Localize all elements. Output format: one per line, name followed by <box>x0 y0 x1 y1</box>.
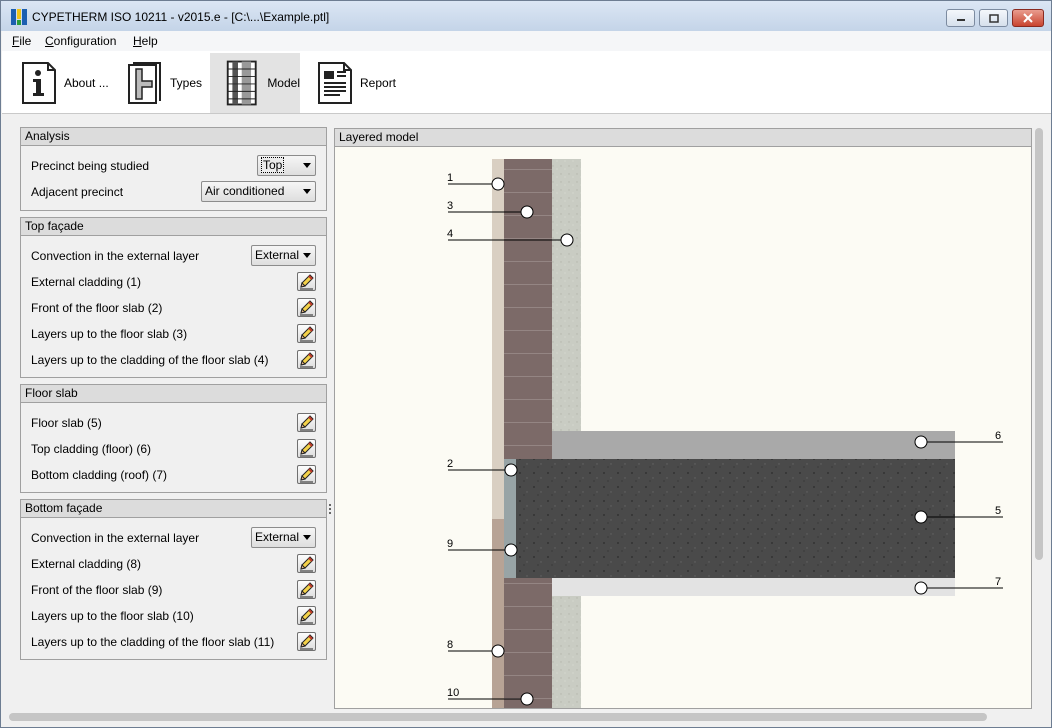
report-icon <box>318 62 352 104</box>
scroll-thumb[interactable] <box>9 713 987 721</box>
list-item: Top cladding (floor) (6) <box>31 442 152 456</box>
menu-configuration[interactable]: Configuration <box>45 34 116 48</box>
bottom-facade-section: Bottom façade Convection in the external… <box>20 499 327 660</box>
list-item: Bottom cladding (roof) (7) <box>31 468 168 482</box>
edit-external-cladding-1-button[interactable] <box>297 272 316 291</box>
callout-3: 3 <box>447 200 453 212</box>
analysis-section: Analysis Precinct being studied Top Adja… <box>20 127 327 211</box>
precinct-label: Precinct being studied <box>31 159 150 173</box>
close-button[interactable] <box>1012 9 1044 27</box>
callout-6: 6 <box>995 430 1001 442</box>
top-convection-label: Convection in the external layer <box>31 249 200 263</box>
chevron-down-icon <box>303 253 311 258</box>
model-icon <box>226 60 257 106</box>
app-window: CYPETHERM ISO 10211 - v2015.e - [C:\...\… <box>0 0 1052 728</box>
callout-8: 8 <box>447 639 453 651</box>
edit-front-floor-slab-2-button[interactable] <box>297 298 316 317</box>
precinct-value: Top <box>261 157 285 173</box>
chevron-down-icon <box>303 535 311 540</box>
layered-model-canvas[interactable]: 1 3 4 6 2 5 9 7 8 10 <box>335 147 1031 708</box>
callout-10: 10 <box>447 687 459 699</box>
chevron-down-icon <box>303 163 311 168</box>
adjacent-precinct-value: Air conditioned <box>205 184 285 198</box>
list-item: Floor slab (5) <box>31 416 102 430</box>
minimize-button[interactable] <box>946 9 975 27</box>
edit-floor-slab-5-button[interactable] <box>297 413 316 432</box>
menu-file[interactable]: File <box>12 34 31 48</box>
pencil-icon <box>300 608 314 624</box>
bottom-convection-select[interactable]: External <box>251 527 316 548</box>
list-item: Layers up to the cladding of the floor s… <box>31 635 275 649</box>
list-item: Layers up to the floor slab (3) <box>31 327 188 341</box>
info-icon <box>22 62 56 104</box>
horizontal-scrollbar[interactable] <box>5 711 1045 723</box>
analysis-header: Analysis <box>21 128 326 146</box>
model-button[interactable]: Model <box>210 53 300 113</box>
window-title: CYPETHERM ISO 10211 - v2015.e - [C:\...\… <box>32 10 330 24</box>
panel-splitter[interactable] <box>329 504 332 520</box>
floor-slab-header: Floor slab <box>21 385 326 403</box>
pencil-icon <box>300 415 314 431</box>
list-item: Layers up to the floor slab (10) <box>31 609 194 623</box>
callout-9: 9 <box>447 538 453 550</box>
layered-model-header: Layered model <box>335 129 1031 147</box>
bottom-convection-value: External <box>255 530 300 544</box>
menu-bar: File Configuration Help <box>2 31 1051 51</box>
minimize-icon <box>956 19 965 21</box>
pencil-icon <box>300 467 314 483</box>
bottom-convection-label: Convection in the external layer <box>31 531 200 545</box>
edit-layers-cladding-11-button[interactable] <box>297 632 316 651</box>
callout-7: 7 <box>995 576 1001 588</box>
adjacent-precinct-label: Adjacent precinct <box>31 185 124 199</box>
chevron-down-icon <box>303 189 311 194</box>
report-button[interactable]: Report <box>316 53 406 113</box>
pencil-icon <box>300 326 314 342</box>
callout-1: 1 <box>447 172 453 184</box>
edit-layers-floor-slab-10-button[interactable] <box>297 606 316 625</box>
edit-front-floor-slab-9-button[interactable] <box>297 580 316 599</box>
about-button[interactable]: About ... <box>20 53 110 113</box>
types-button[interactable]: Types <box>126 53 206 113</box>
pencil-icon <box>300 556 314 572</box>
top-facade-section: Top façade Convection in the external la… <box>20 217 327 378</box>
callout-2: 2 <box>447 458 453 470</box>
edit-top-cladding-6-button[interactable] <box>297 439 316 458</box>
callout-4: 4 <box>447 228 453 240</box>
pencil-icon <box>300 300 314 316</box>
adjacent-precinct-select[interactable]: Air conditioned <box>201 181 316 202</box>
layered-model-panel: Layered model 1 3 4 6 2 5 9 7 8 10 <box>334 128 1032 709</box>
top-facade-header: Top façade <box>21 218 326 236</box>
vertical-scrollbar[interactable] <box>1033 128 1045 709</box>
edit-bottom-cladding-7-button[interactable] <box>297 465 316 484</box>
list-item: External cladding (8) <box>31 557 142 571</box>
list-item: Layers up to the cladding of the floor s… <box>31 353 269 367</box>
pencil-icon <box>300 441 314 457</box>
toolbar: About ... Types Model Report <box>2 51 1051 114</box>
edit-layers-floor-slab-3-button[interactable] <box>297 324 316 343</box>
scroll-thumb[interactable] <box>1035 128 1043 560</box>
maximize-button[interactable] <box>979 9 1008 27</box>
edit-external-cladding-8-button[interactable] <box>297 554 316 573</box>
callout-5: 5 <box>995 505 1001 517</box>
menu-help[interactable]: Help <box>133 34 158 48</box>
pencil-icon <box>300 634 314 650</box>
floor-slab-section: Floor slab Floor slab (5) Top cladding (… <box>20 384 327 493</box>
close-icon <box>1023 13 1033 23</box>
bottom-facade-header: Bottom façade <box>21 500 326 518</box>
edit-layers-cladding-4-button[interactable] <box>297 350 316 369</box>
pencil-icon <box>300 352 314 368</box>
top-convection-select[interactable]: External <box>251 245 316 266</box>
list-item: External cladding (1) <box>31 275 142 289</box>
precinct-select[interactable]: Top <box>257 155 316 176</box>
list-item: Front of the floor slab (9) <box>31 583 163 597</box>
maximize-icon <box>988 13 999 23</box>
top-convection-value: External <box>255 248 300 262</box>
pencil-icon <box>300 274 314 290</box>
title-bar[interactable]: CYPETHERM ISO 10211 - v2015.e - [C:\...\… <box>1 1 1051 31</box>
pencil-icon <box>300 582 314 598</box>
app-logo-icon <box>11 9 27 25</box>
types-icon <box>128 62 161 104</box>
list-item: Front of the floor slab (2) <box>31 301 163 315</box>
